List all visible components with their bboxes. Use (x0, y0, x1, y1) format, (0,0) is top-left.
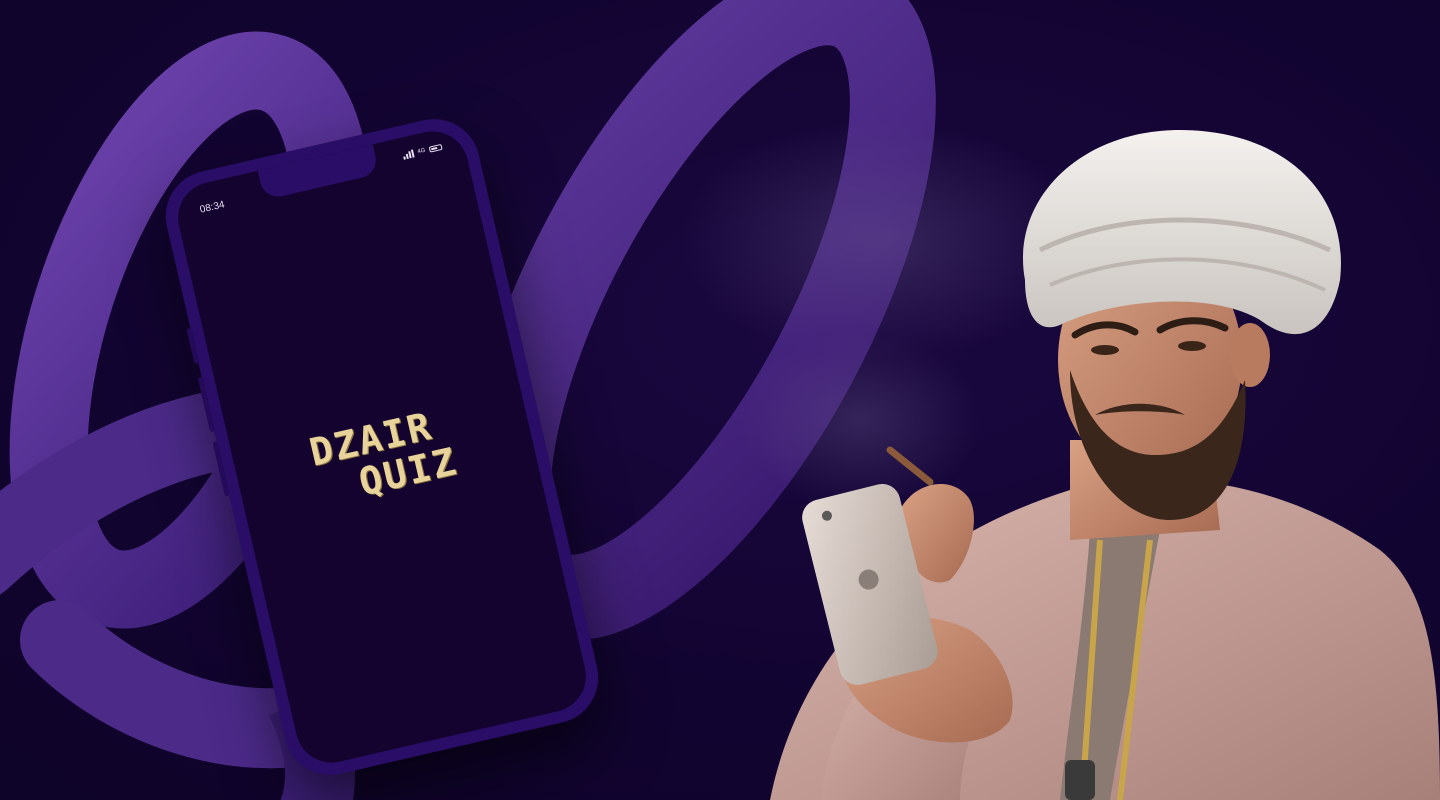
watch-icon (1065, 760, 1095, 800)
network-label: 4G (416, 147, 427, 156)
signal-icon (402, 149, 415, 160)
eye (1091, 345, 1119, 355)
hero-banner: 08:34 4G DZAIR QUIZ (0, 0, 1440, 800)
battery-icon (428, 143, 443, 153)
ear (1230, 323, 1270, 387)
pencil-icon (886, 446, 934, 486)
status-time: 08:34 (198, 199, 226, 216)
man-illustration (770, 130, 1440, 800)
app-logo: DZAIR QUIZ (231, 385, 537, 528)
eye (1178, 341, 1206, 351)
status-icons: 4G (402, 143, 443, 160)
